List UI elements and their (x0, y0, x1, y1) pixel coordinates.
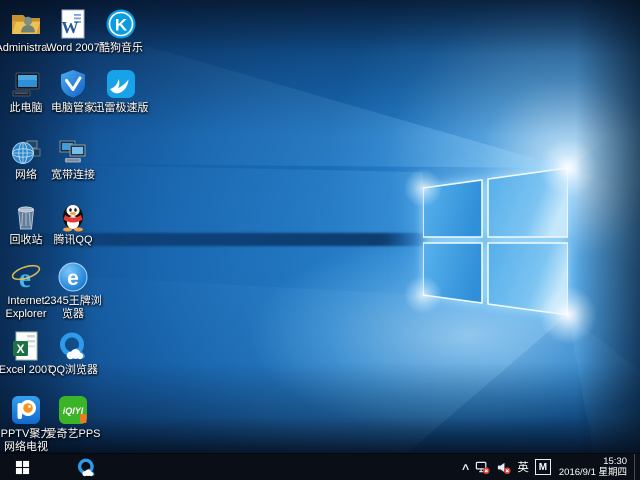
icon-label: 2345王牌浏览器 (42, 295, 104, 321)
network-disconnected-icon (475, 460, 490, 475)
desktop-icon-broadband-connection[interactable]: 宽带连接 (42, 135, 104, 182)
svg-text:K: K (115, 16, 128, 35)
start-button[interactable] (0, 454, 44, 480)
ime-mode-icon: M (535, 459, 551, 475)
hidden-icons-chevron[interactable]: ∧ (456, 454, 475, 480)
glow-burst (403, 168, 443, 208)
windows-start-icon (15, 460, 30, 475)
pinned-apps (66, 454, 106, 480)
broadband-icon (57, 135, 89, 167)
svg-text:e: e (67, 267, 79, 290)
kugou-icon: K (105, 8, 137, 40)
desktop-icon-tencent-qq[interactable]: 腾讯QQ (42, 200, 104, 247)
e2345-icon: e (57, 261, 89, 293)
volume-status-tray[interactable] (493, 454, 514, 480)
windows-logo-wallpaper (423, 168, 568, 315)
icon-label: 酷狗音乐 (90, 42, 152, 55)
taskbar-clock[interactable]: 15:30 2016/9/1 星期四 (554, 454, 634, 480)
qq-icon (57, 200, 89, 232)
network-status-tray[interactable] (472, 454, 493, 480)
word-icon: W (57, 8, 89, 40)
desktop-icon-iqiyi-pps[interactable]: iQIYI 爱奇艺PPS (42, 394, 104, 441)
glow-burst (403, 275, 443, 315)
excel-icon: X (10, 330, 42, 362)
glow-burst (538, 285, 598, 345)
taskbar: ∧ 英 M 15:30 (0, 453, 640, 480)
ime-indicator[interactable]: M (532, 454, 554, 480)
language-indicator[interactable]: 英 (514, 454, 532, 480)
desktop-icon-kugou-music[interactable]: K 酷狗音乐 (90, 8, 152, 55)
svg-text:W: W (62, 18, 79, 37)
desktop-icon-qq-browser[interactable]: QQ浏览器 (42, 330, 104, 377)
show-desktop-button[interactable] (634, 454, 640, 480)
glow-burst (538, 138, 598, 198)
clock-date: 2016/9/1 星期四 (559, 467, 627, 478)
pc-manager-icon (57, 68, 89, 100)
desktop-icon-2345-browser[interactable]: e 2345王牌浏览器 (42, 261, 104, 321)
clock-time: 15:30 (603, 456, 627, 467)
qqbrowser-icon (76, 457, 97, 478)
user-folder-icon (10, 8, 42, 40)
ie-icon: e (10, 261, 42, 293)
icon-label: 迅雷极速版 (90, 102, 152, 115)
qqbrowser-icon (57, 330, 89, 362)
icon-label: 爱奇艺PPS (42, 428, 104, 441)
xunlei-icon (105, 68, 137, 100)
qq-browser-taskbar-button[interactable] (66, 454, 106, 480)
pptv-icon (10, 394, 42, 426)
network-icon (10, 135, 42, 167)
recycle-bin-icon (10, 200, 42, 232)
svg-text:X: X (16, 342, 24, 356)
icon-label: QQ浏览器 (42, 364, 104, 377)
desktop[interactable]: Administra...WWord 2007K酷狗音乐此电脑电脑管家迅雷极速版… (0, 0, 640, 480)
svg-text:iQIYI: iQIYI (63, 406, 84, 416)
system-tray: ∧ 英 M 15:30 (459, 454, 640, 480)
icon-label: 腾讯QQ (42, 234, 104, 247)
iqiyi-icon: iQIYI (57, 394, 89, 426)
volume-muted-icon (496, 460, 511, 475)
this-pc-icon (10, 68, 42, 100)
icon-label: 宽带连接 (42, 169, 104, 182)
desktop-icon-xunlei-speed[interactable]: 迅雷极速版 (90, 68, 152, 115)
